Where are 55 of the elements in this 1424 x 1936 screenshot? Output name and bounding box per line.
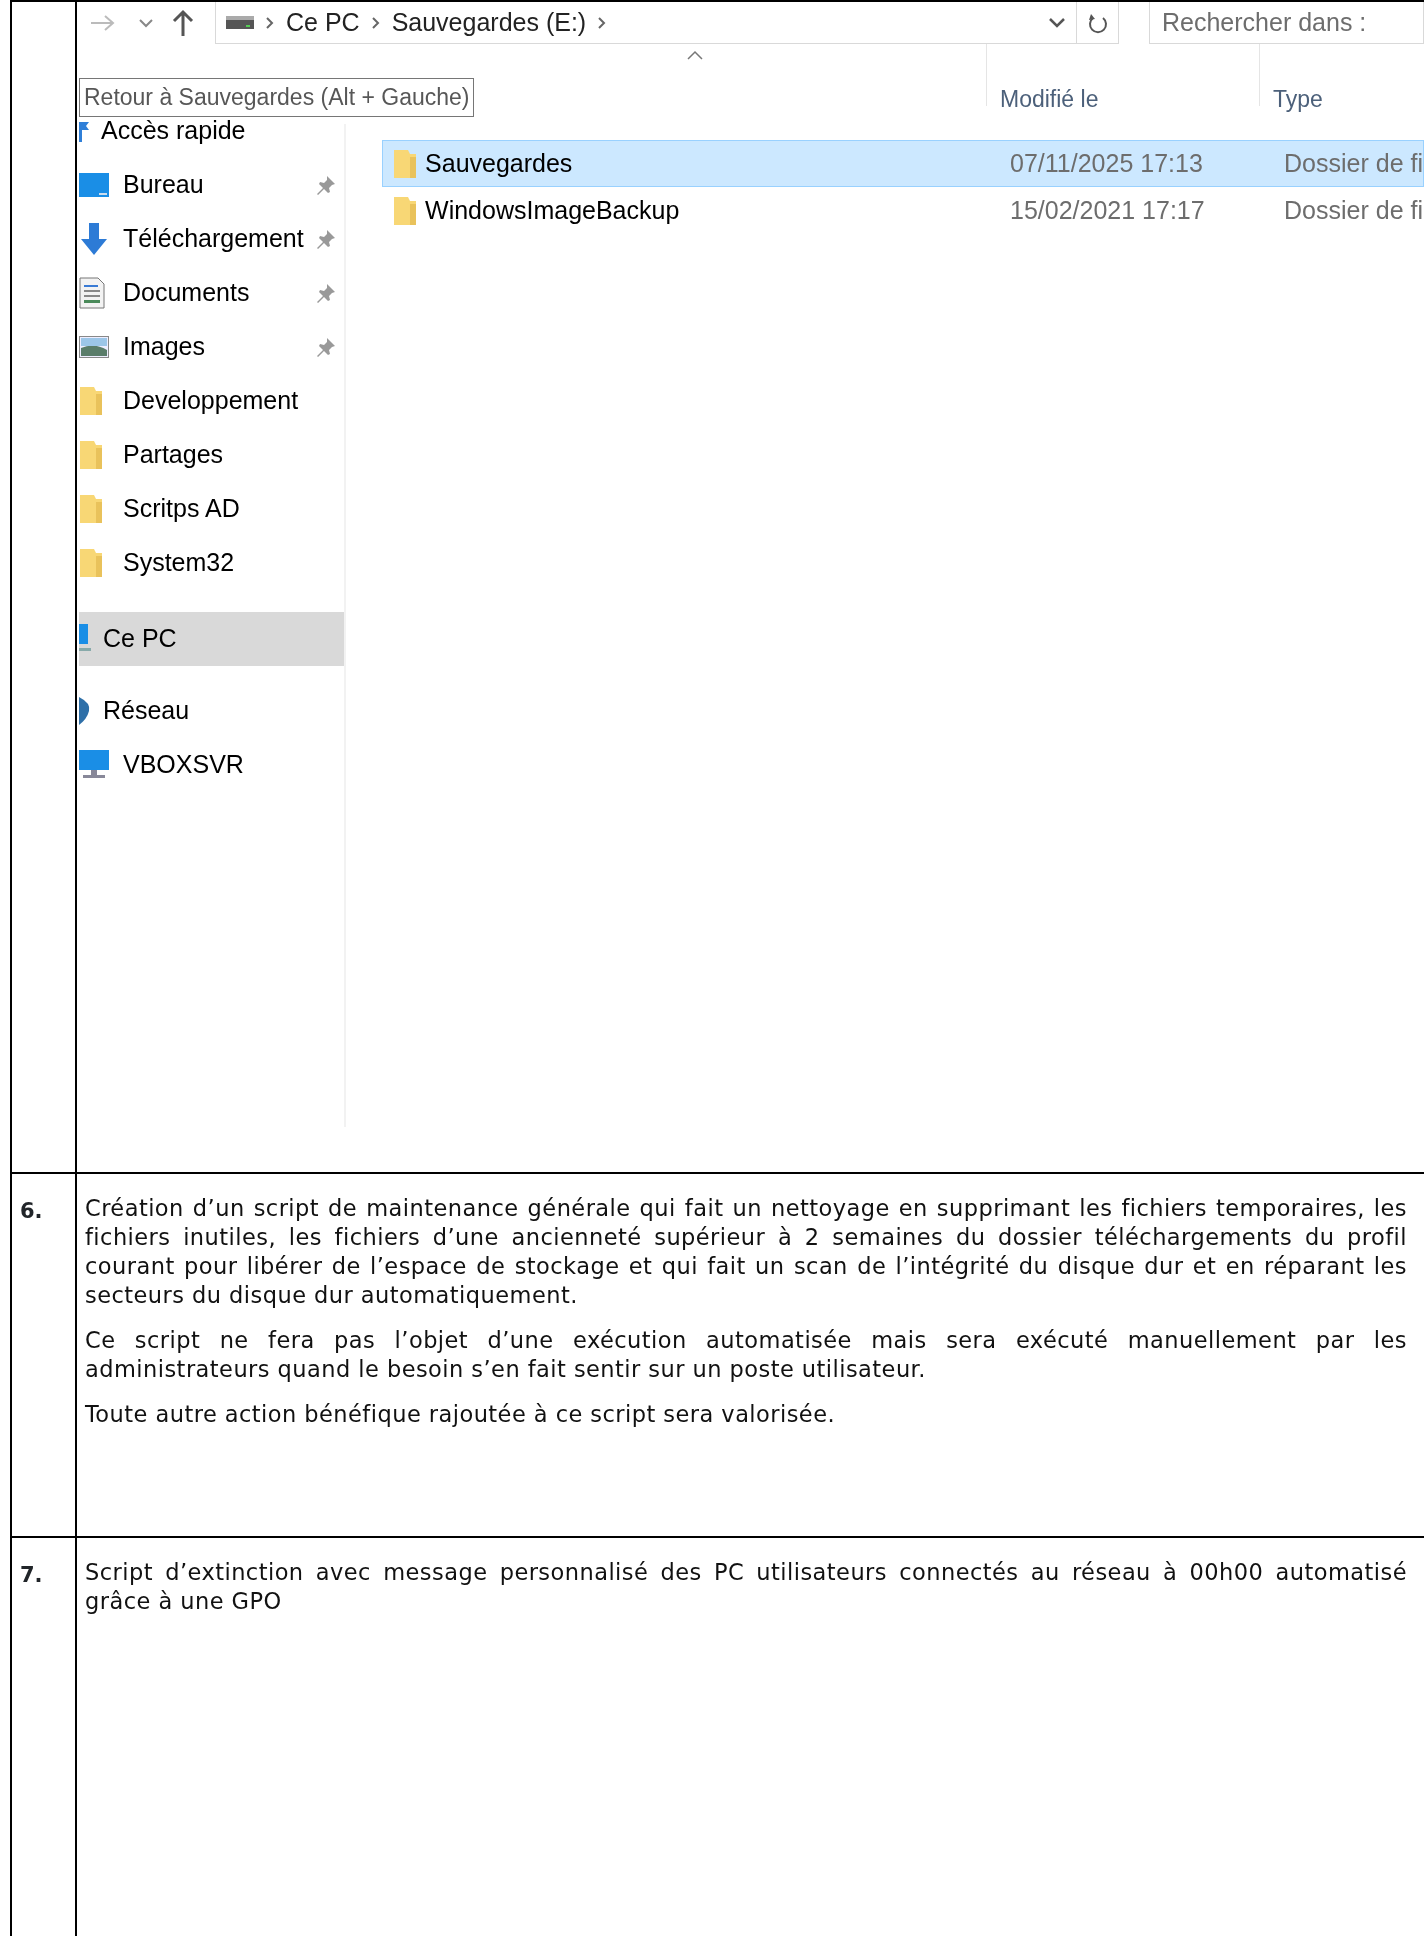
sidebar-item[interactable]: Developpement (79, 374, 345, 428)
address-bar[interactable]: Ce PC Sauvegardes (E:) (215, 2, 1077, 44)
sidebar-item[interactable]: Documents (79, 266, 345, 320)
folder-icon (393, 195, 418, 226)
document-icon (79, 277, 105, 309)
chevron-icon (598, 16, 607, 29)
sidebar-item[interactable]: Partages (79, 428, 345, 482)
paragraph: Script d’extinction avec message personnalisé des PC utilisateurs connectés au réseau à 00h00 automatisé grâce à une GPO (85, 1558, 1407, 1616)
column-header[interactable]: Modifié le (1000, 82, 1099, 117)
folder-icon (79, 494, 103, 524)
file-name: WindowsImageBackup (425, 194, 681, 226)
chevron-icon (266, 16, 274, 29)
breadcrumb-item[interactable]: Ce PC (286, 3, 360, 42)
computer-icon (79, 750, 109, 780)
breadcrumb-item[interactable]: Sauvegardes (E:) (391, 3, 587, 42)
modified-date: 07/11/2025 17:13 (1010, 147, 1204, 179)
folder-icon (393, 148, 418, 179)
network-icon (79, 697, 91, 725)
file-type: Dossier de fi (1284, 194, 1423, 226)
sidebar-item[interactable]: Ce PC (79, 612, 345, 666)
item-number: 7. (10, 1538, 77, 1936)
dropdown-icon[interactable] (139, 18, 153, 28)
sidebar-item[interactable]: Réseau (79, 684, 345, 738)
column-header[interactable]: Type (1273, 82, 1323, 117)
file-type: Dossier de fi (1284, 147, 1423, 179)
modified-date: 15/02/2021 17:17 (1010, 194, 1206, 226)
folder-icon (79, 440, 103, 470)
sidebar-item[interactable]: Images (79, 320, 345, 374)
file-row[interactable]: WindowsImageBackup 15/02/2021 17:17 Dossier de fi (382, 187, 1424, 234)
paragraph: Création d’un script de maintenance générale qui fait un nettoyage en supprimant les fichiers temporaires, les fichiers inutiles, les fichiers d’une ancienneté supérieur à 2 semaines du dossier téléchargements du profil courant pour libérer de l’espace de stockage et qui fait un scan de l’intégrité du disque dur et en réparant les secteurs du disque dur automatiquement. (85, 1194, 1407, 1310)
paragraph: Toute autre action bénéfique rajoutée à ce script sera valorisée. (85, 1400, 837, 1429)
desktop-icon (79, 173, 109, 197)
file-name: Sauvegardes (425, 147, 574, 179)
folder-icon (79, 548, 103, 578)
download-icon (79, 223, 109, 255)
image-icon (79, 336, 109, 358)
sidebar-item[interactable]: System32 (79, 536, 345, 590)
sidebar-item[interactable]: Scritps AD (79, 482, 345, 536)
sidebar-item[interactable]: Accès rapide (79, 116, 345, 146)
tooltip: Retour à Sauvegardes (Alt + Gauche) (79, 78, 475, 117)
paragraph: Ce script ne fera pas l’objet d’une exécution automatisée mais sera exécuté manuellement par les administrateurs quand le besoin s’en fait sentir sur un poste utilisateur. (85, 1326, 1407, 1384)
up-arrow-icon[interactable] (171, 9, 195, 37)
folder-icon (79, 386, 103, 416)
item-number: 6. (10, 1174, 77, 1536)
sidebar-item[interactable]: Bureau (79, 158, 345, 212)
sidebar-item[interactable]: Téléchargement (79, 212, 345, 266)
refresh-button[interactable] (1077, 2, 1119, 44)
drive-icon (226, 15, 254, 30)
computer-icon (79, 624, 91, 654)
dropdown-icon[interactable] (1048, 16, 1066, 29)
search-field[interactable]: Rechercher dans : (1149, 2, 1424, 44)
sort-caret-icon (687, 50, 703, 60)
chevron-icon (371, 16, 380, 29)
sidebar-item[interactable]: VBOXSVR (79, 738, 345, 792)
file-row[interactable]: Sauvegardes 07/11/2025 17:13 Dossier de fi (382, 140, 1424, 187)
